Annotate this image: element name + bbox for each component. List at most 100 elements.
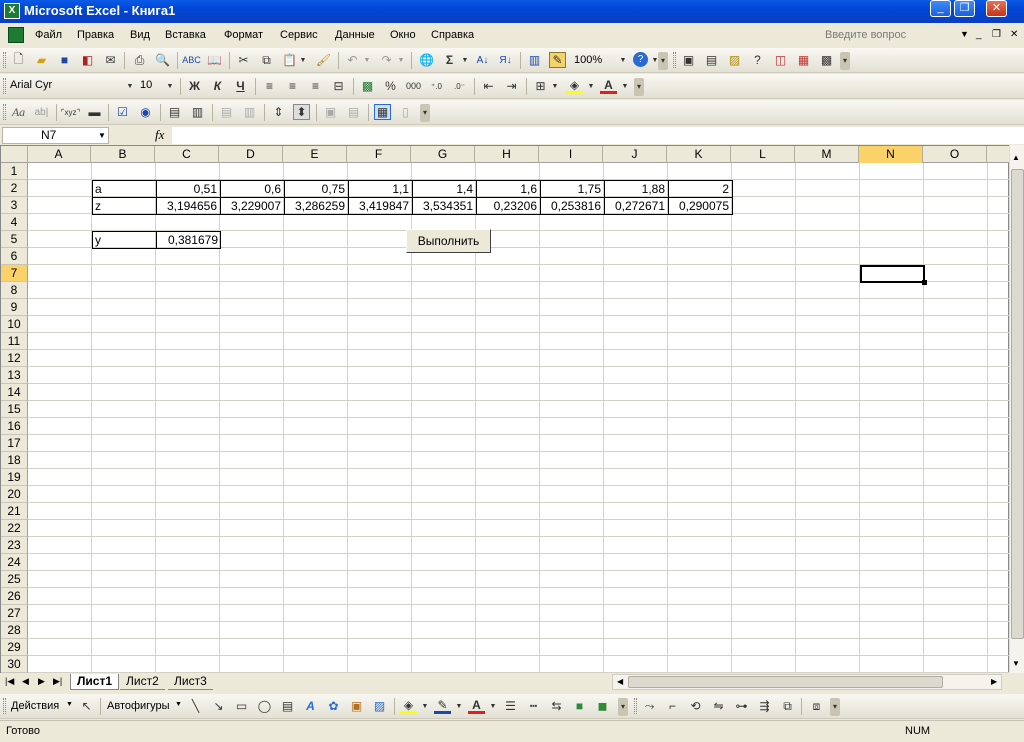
row-header-30[interactable]: 30 [1, 656, 28, 673]
row-header-11[interactable]: 11 [1, 333, 28, 350]
menu-data[interactable]: Данные [335, 29, 375, 41]
horizontal-scroll-thumb[interactable] [628, 676, 943, 688]
connector-icon[interactable]: ⌐ [664, 698, 681, 714]
chart-wizard-icon[interactable]: ▥ [526, 52, 543, 68]
sheet-tab-3[interactable]: Лист3 [168, 674, 213, 690]
line-color-icon[interactable]: ✎ [434, 698, 451, 714]
edit-code-icon[interactable]: ▤ [345, 104, 362, 120]
help-query-icon[interactable]: ? [749, 52, 766, 68]
prev-sheet-icon[interactable]: ◀ [22, 676, 29, 687]
col-header-A[interactable]: A [27, 146, 91, 163]
combo-dropdown-edit-icon[interactable]: ▥ [241, 104, 258, 120]
checkbox-tool-icon[interactable]: ☑ [114, 104, 131, 120]
row-header-2[interactable]: 2 [1, 180, 28, 197]
font-color-icon[interactable]: A [600, 78, 617, 94]
row-header-24[interactable]: 24 [1, 554, 28, 571]
research-icon[interactable]: 📖 [206, 52, 223, 68]
name-box[interactable]: N7 [2, 127, 109, 144]
arrow-style-icon[interactable]: ⇆ [548, 698, 565, 714]
arrow-icon[interactable]: ↘ [210, 698, 227, 714]
col-header-M[interactable]: M [795, 146, 859, 163]
chevron-down-icon[interactable]: ▼ [298, 52, 308, 68]
clip-art-icon[interactable]: ▣ [348, 698, 365, 714]
restore-button[interactable]: ❐ [954, 0, 975, 17]
chevron-down-icon[interactable]: ▼ [125, 78, 135, 94]
row-header-29[interactable]: 29 [1, 639, 28, 656]
chevron-down-icon[interactable]: ▼ [620, 78, 630, 94]
increase-decimal-icon[interactable]: ⁺.0 [428, 78, 445, 94]
chevron-down-icon[interactable]: ▼ [488, 698, 498, 714]
menu-edit[interactable]: Правка [77, 29, 114, 41]
calculator-icon[interactable]: ▩ [818, 52, 835, 68]
shape-edit-icon[interactable]: ⤳ [641, 698, 658, 714]
label-tool-icon[interactable]: Aa [10, 104, 27, 120]
spelling-icon[interactable]: ABC [182, 52, 201, 68]
row-header-5[interactable]: 5 [1, 231, 28, 248]
format-painter-icon[interactable]: 🖌 [315, 52, 332, 68]
toolbar-grip[interactable] [3, 78, 6, 94]
align-right-icon[interactable]: ≡ [307, 78, 324, 94]
help-question-input[interactable]: Введите вопрос [822, 27, 970, 44]
thousands-button[interactable]: 000 [405, 78, 422, 94]
row-header-15[interactable]: 15 [1, 401, 28, 418]
scroll-up-icon[interactable]: ▲ [1012, 153, 1020, 162]
group-icon[interactable]: ⧉ [779, 698, 796, 714]
line-style-icon[interactable]: ☰ [502, 698, 519, 714]
row-header-14[interactable]: 14 [1, 384, 28, 401]
fill-color-icon[interactable]: ◈ [566, 78, 583, 94]
hyperlink-icon[interactable]: 🌐 [418, 52, 435, 68]
forms-icon[interactable]: ▣ [680, 52, 697, 68]
row-header-23[interactable]: 23 [1, 537, 28, 554]
decrease-decimal-icon[interactable]: .0⁻ [451, 78, 468, 94]
list-box-icon[interactable]: ▤ [166, 104, 183, 120]
merge-center-icon[interactable]: ⊟ [330, 78, 347, 94]
menu-insert[interactable]: Вставка [165, 29, 206, 41]
doc-restore-button[interactable]: ❐ [992, 29, 1001, 40]
cut-icon[interactable]: ✂ [235, 52, 252, 68]
print-preview-icon[interactable]: 🔍 [154, 52, 171, 68]
col-header-G[interactable]: G [411, 146, 475, 163]
copy-icon[interactable]: ⧉ [258, 52, 275, 68]
toggle-grid-icon[interactable]: ▦ [374, 104, 391, 120]
chevron-down-icon[interactable]: ▼ [618, 52, 628, 68]
menu-view[interactable]: Вид [130, 29, 150, 41]
row-header-7[interactable]: 7 [1, 265, 28, 282]
borders-icon[interactable]: ⊞ [532, 78, 549, 94]
actions-menu[interactable]: Действия [11, 700, 59, 712]
rectangle-icon[interactable]: ▭ [233, 698, 250, 714]
menu-tools[interactable]: Сервис [280, 29, 318, 41]
toolbar-grip[interactable] [634, 698, 637, 714]
chevron-down-icon[interactable]: ▼ [420, 698, 430, 714]
italic-button[interactable]: К [209, 78, 226, 94]
button-tool-icon[interactable]: ▬ [86, 104, 103, 120]
row-header-10[interactable]: 10 [1, 316, 28, 333]
selected-cell-N7[interactable] [860, 265, 925, 283]
row-header-20[interactable]: 20 [1, 486, 28, 503]
zoom-select[interactable]: 100% [574, 52, 624, 70]
picture-icon[interactable]: ▨ [371, 698, 388, 714]
control-toolbox-icon[interactable]: ▤ [703, 52, 720, 68]
combo-list-edit-icon[interactable]: ▤ [218, 104, 235, 120]
col-header-E[interactable]: E [283, 146, 347, 163]
row-header-21[interactable]: 21 [1, 503, 28, 520]
col-header-C[interactable]: C [155, 146, 219, 163]
chevron-down-icon[interactable]: ▼ [362, 52, 372, 68]
row-header-26[interactable]: 26 [1, 588, 28, 605]
minimize-button[interactable]: _ [930, 0, 951, 17]
menu-format[interactable]: Формат [224, 29, 263, 41]
decrease-indent-icon[interactable]: ⇤ [480, 78, 497, 94]
save-icon[interactable]: ■ [56, 52, 73, 68]
select-all-corner[interactable] [1, 146, 28, 163]
row-header-18[interactable]: 18 [1, 452, 28, 469]
toolbar-options-icon[interactable]: ▾ [420, 104, 430, 122]
chevron-down-icon[interactable]: ▼ [98, 131, 106, 140]
increase-indent-icon[interactable]: ⇥ [503, 78, 520, 94]
toolbar-grip[interactable] [673, 52, 676, 68]
chevron-down-icon[interactable]: ▼ [460, 52, 470, 68]
text-box-icon[interactable]: ▤ [279, 698, 296, 714]
col-header-L[interactable]: L [731, 146, 795, 163]
chevron-down-icon[interactable]: ▼ [165, 78, 175, 94]
print-icon[interactable]: ⎙ [131, 52, 148, 68]
undo-icon[interactable]: ↶ [344, 52, 361, 68]
col-header-B[interactable]: B [91, 146, 155, 163]
